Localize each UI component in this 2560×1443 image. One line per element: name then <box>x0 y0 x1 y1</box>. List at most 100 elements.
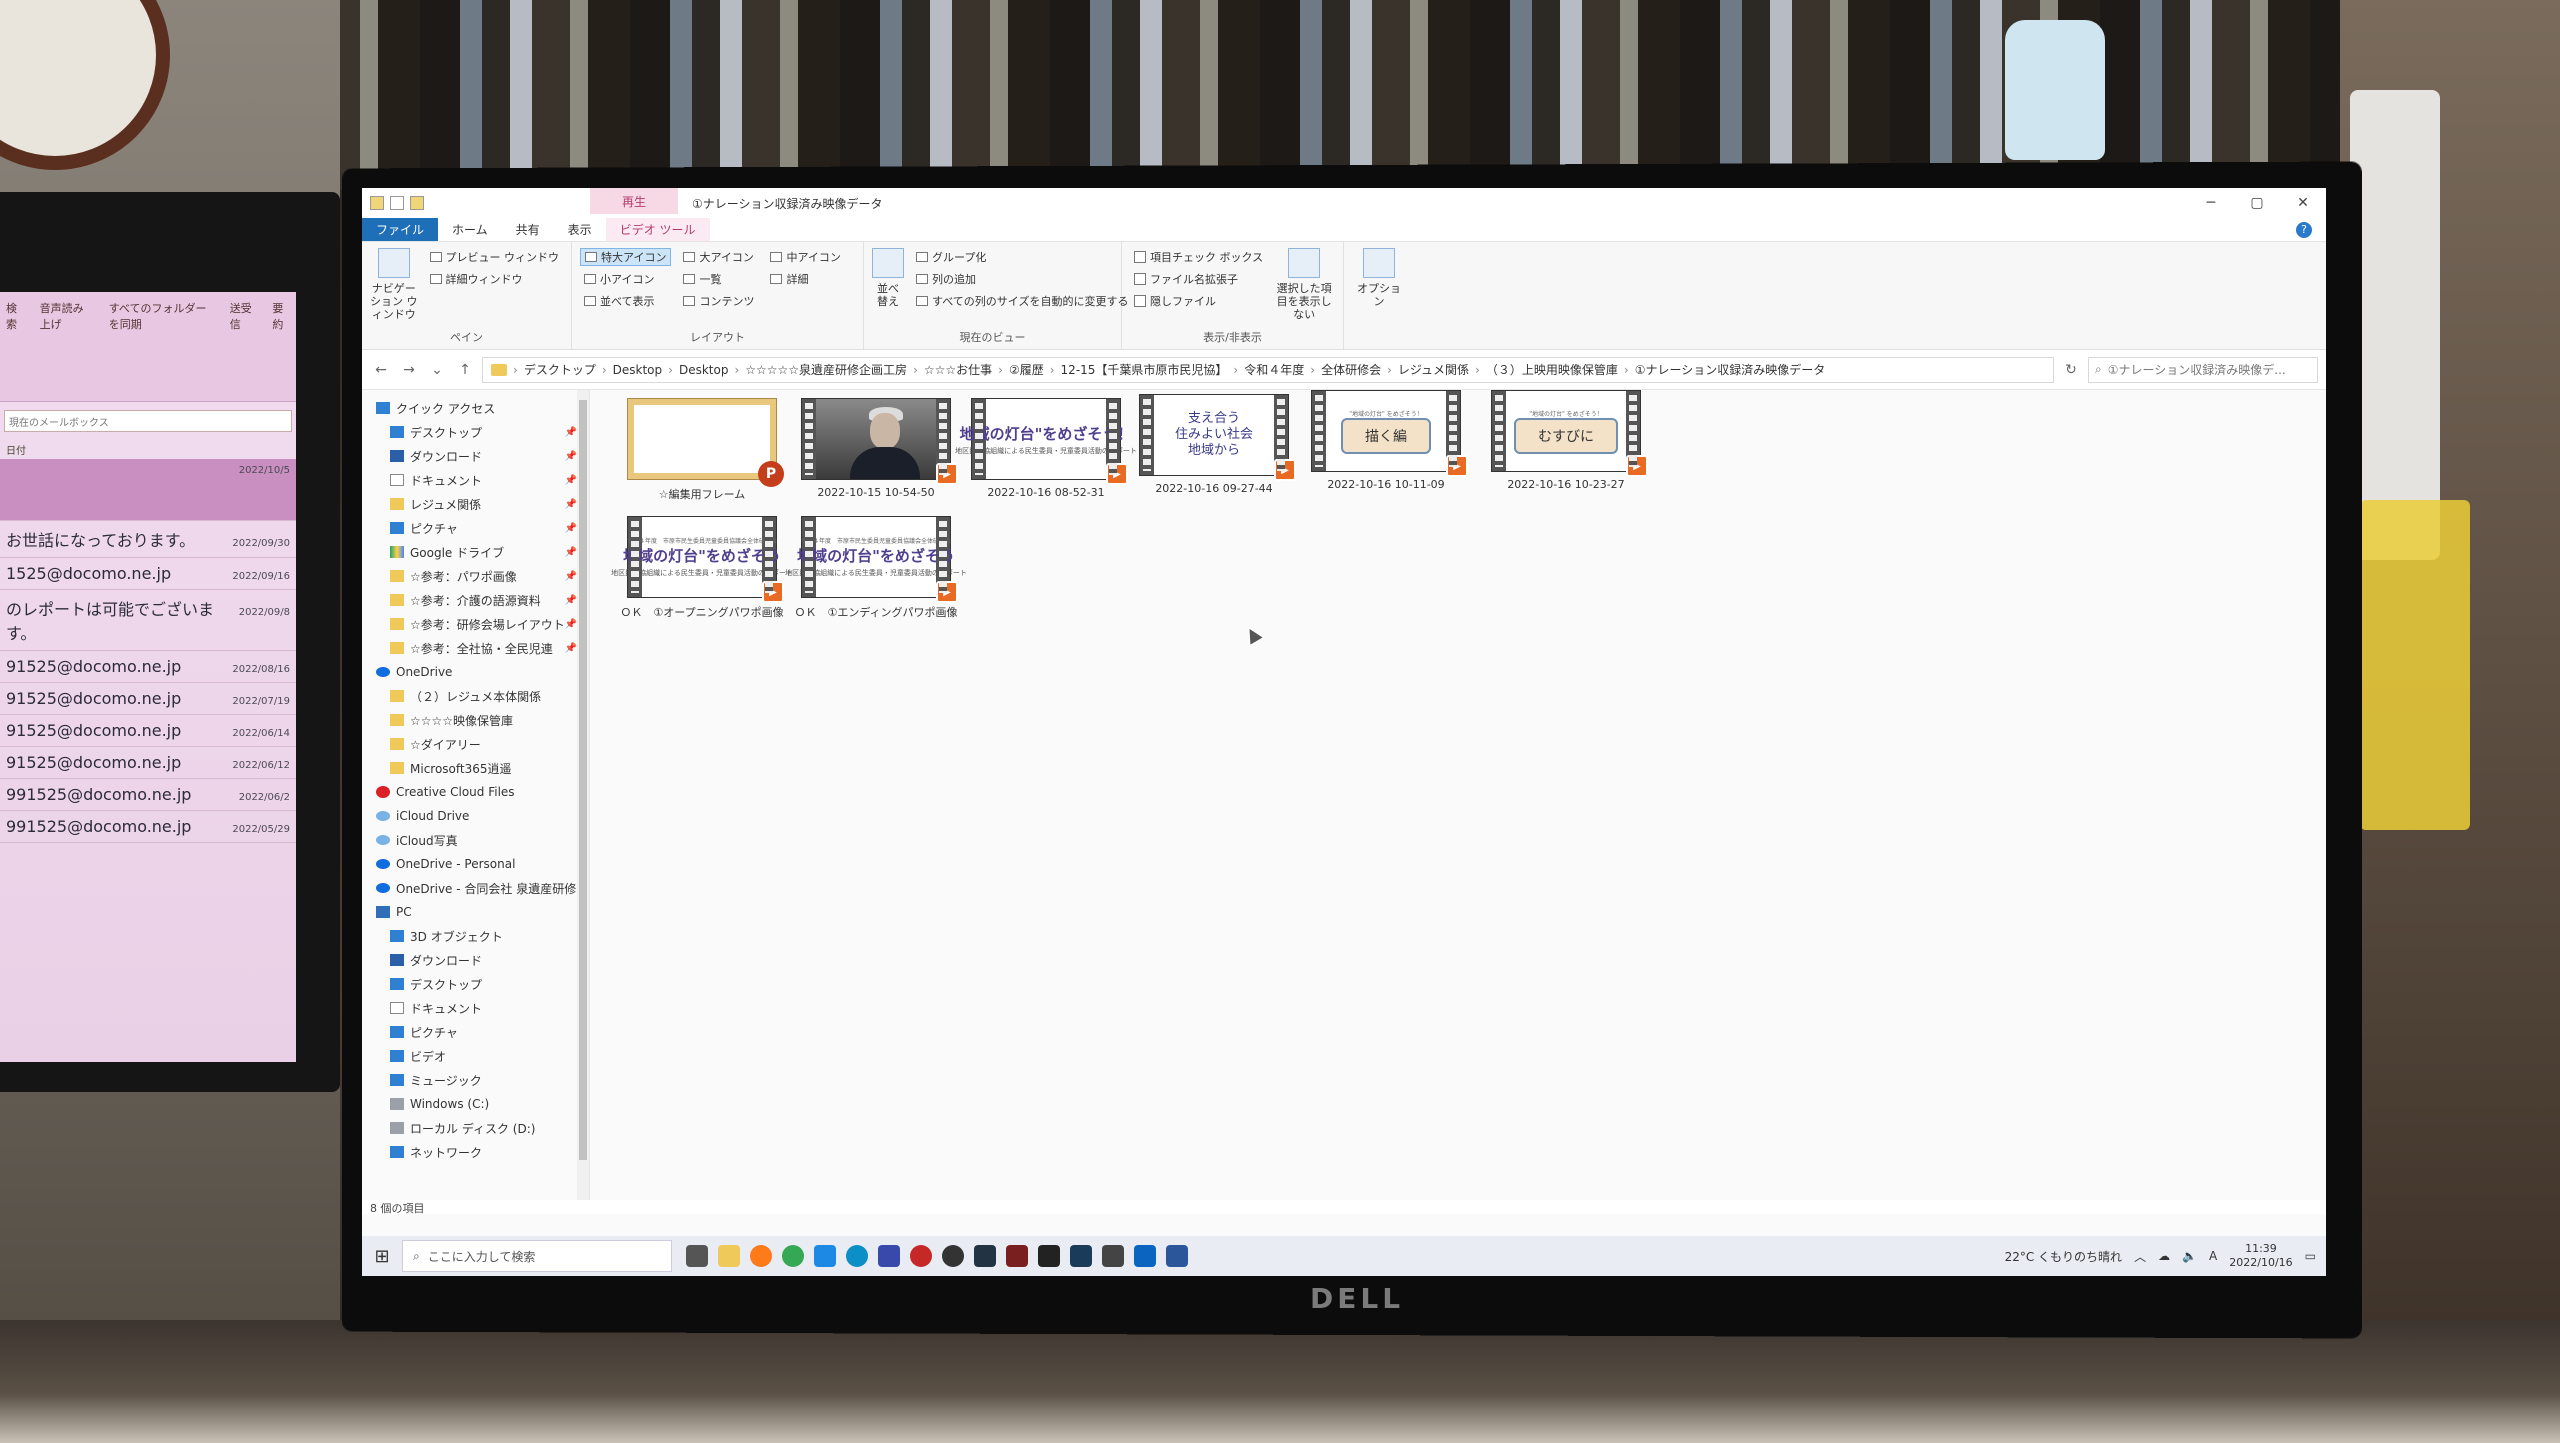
nav-item[interactable]: ローカル ディスク (D:) <box>362 1116 589 1140</box>
mail-list-item[interactable]: 991525@docomo.ne.jp 2022/06/2 <box>0 779 296 811</box>
record-icon[interactable] <box>910 1245 932 1267</box>
tab-file[interactable]: ファイル <box>362 218 439 241</box>
nav-item[interactable]: PC <box>362 900 589 924</box>
mail-list-item[interactable]: 91525@docomo.ne.jp 2022/06/12 <box>0 747 296 779</box>
nav-item[interactable]: OneDrive - 合同会社 泉遺産研修 <box>362 876 589 900</box>
breadcrumb-item[interactable]: 12-15【千葉県市原市民児協】 <box>1061 361 1228 378</box>
mail-ribbon-button[interactable]: 検索 <box>6 300 24 393</box>
recent-locations-icon[interactable]: ⌄ <box>426 362 448 378</box>
taskbar-search-input[interactable]: ⌕ ここに入力して検索 <box>402 1240 672 1272</box>
breadcrumb-separator-icon[interactable]: › <box>913 363 918 377</box>
nav-item[interactable]: クイック アクセス <box>362 396 589 420</box>
camera-icon[interactable] <box>1102 1245 1124 1267</box>
nav-item[interactable]: デスクトップ <box>362 972 589 996</box>
up-arrow-icon[interactable]: ↑ <box>454 362 476 378</box>
tab-video-tools[interactable]: ビデオ ツール <box>605 218 710 241</box>
breadcrumb-item[interactable]: 全体研修会 <box>1321 361 1381 378</box>
tab-home[interactable]: ホーム <box>438 218 502 241</box>
layout-option[interactable]: 詳細 <box>766 270 844 288</box>
task-view-icon[interactable] <box>686 1245 708 1267</box>
notification-icon[interactable]: ▭ <box>2305 1249 2316 1263</box>
breadcrumb-item[interactable]: Desktop <box>679 363 729 377</box>
layout-option[interactable]: コンテンツ <box>679 292 758 310</box>
file-tile[interactable]: 地域の灯台"をめざそう！ 地区民児協組織による民生委員・児童委員活動のサポート ▶ 2… <box>955 398 1137 499</box>
breadcrumb-separator-icon[interactable]: › <box>1233 363 1238 377</box>
search-input[interactable]: ⌕ ①ナレーション収録済み映像デ... <box>2088 356 2318 383</box>
breadcrumb-item[interactable]: （３）上映用映像保管庫 <box>1486 361 1618 378</box>
nav-item[interactable]: iCloud写真 <box>362 828 589 852</box>
breadcrumb-separator-icon[interactable]: › <box>1624 363 1629 377</box>
mail-list-item[interactable]: 1525@docomo.ne.jp 2022/09/16 <box>0 558 296 590</box>
help-icon[interactable]: ? <box>2296 221 2312 238</box>
breadcrumb-item[interactable]: ②履歴 <box>1009 361 1044 378</box>
layout-option[interactable]: 大アイコン <box>679 248 758 266</box>
breadcrumb-separator-icon[interactable]: › <box>1310 363 1315 377</box>
minimize-button[interactable]: ─ <box>2188 188 2234 218</box>
breadcrumb-item[interactable]: Desktop <box>613 363 663 377</box>
add-column-button[interactable]: 列の追加 <box>912 270 1132 288</box>
nav-item[interactable]: OneDrive - Personal <box>362 852 589 876</box>
nav-item[interactable]: ☆参考：パワポ画像 📌 <box>362 564 589 588</box>
nav-scrollbar[interactable] <box>577 390 589 1200</box>
group-by-button[interactable]: グループ化 <box>912 248 1132 266</box>
details-pane-button[interactable]: 詳細ウィンドウ <box>426 270 564 288</box>
nav-item[interactable]: （２）レジュメ本体関係 <box>362 684 589 708</box>
nav-item[interactable]: ピクチャ <box>362 1020 589 1044</box>
nav-item[interactable]: レジュメ関係 📌 <box>362 492 589 516</box>
file-tile[interactable]: 令和４年度 市原市民生委員児童委員協議会全体研修会 地域の灯台"をめざそう 地区民児… <box>611 516 793 620</box>
file-tile[interactable]: ▶ 2022-10-15 10-54-50 <box>786 398 966 499</box>
breadcrumb-item[interactable]: ①ナレーション収録済み映像データ <box>1635 361 1826 378</box>
taskbar-clock[interactable]: 11:39 2022/10/16 <box>2229 1242 2292 1270</box>
nav-item[interactable]: Creative Cloud Files <box>362 780 589 804</box>
outlook-icon[interactable] <box>1134 1245 1156 1267</box>
nav-item[interactable]: ミュージック <box>362 1068 589 1092</box>
forward-arrow-icon[interactable]: → <box>398 362 420 378</box>
nav-item[interactable]: ビデオ <box>362 1044 589 1068</box>
refresh-icon[interactable]: ↻ <box>2060 362 2082 378</box>
breadcrumb-separator-icon[interactable]: › <box>602 363 607 377</box>
word-icon[interactable] <box>1166 1245 1188 1267</box>
file-tile[interactable]: "地域の灯台" をめざそう！ むすびに ▶ 2022-10-16 10-23-27 <box>1476 390 1656 491</box>
breadcrumb-separator-icon[interactable]: › <box>513 363 518 377</box>
nav-item[interactable]: 3D オブジェクト <box>362 924 589 948</box>
nav-item[interactable]: ダウンロード <box>362 948 589 972</box>
breadcrumb-separator-icon[interactable]: › <box>998 363 1003 377</box>
nav-item[interactable]: Windows (C:) <box>362 1092 589 1116</box>
app-icon[interactable] <box>1070 1245 1092 1267</box>
context-tab-play[interactable]: 再生 <box>590 188 678 214</box>
layout-option[interactable]: 一覧 <box>679 270 758 288</box>
nav-item[interactable]: ドキュメント <box>362 996 589 1020</box>
mail-list-item[interactable]: 91525@docomo.ne.jp 2022/08/16 <box>0 651 296 683</box>
new-folder-icon[interactable] <box>410 196 424 210</box>
mail-list-item[interactable]: 2022/10/5 <box>0 459 296 521</box>
layout-option[interactable]: 中アイコン <box>766 248 844 266</box>
breadcrumb-item[interactable]: ☆☆☆お仕事 <box>924 361 992 378</box>
volume-icon[interactable]: 🔈 <box>2182 1249 2197 1263</box>
layout-option[interactable]: 特大アイコン <box>580 248 672 266</box>
folder-icon[interactable] <box>370 196 384 210</box>
edge-icon[interactable] <box>846 1245 868 1267</box>
mail-sort[interactable]: 日付 <box>0 440 296 459</box>
show-option-checkbox[interactable]: 隠しファイル <box>1130 292 1267 310</box>
mail-ribbon-button[interactable]: 音声読み上げ <box>40 300 93 393</box>
show-option-checkbox[interactable]: ファイル名拡張子 <box>1130 270 1267 288</box>
nav-item[interactable]: ☆参考：全社協・全民児連 📌 <box>362 636 589 660</box>
zoom-icon[interactable] <box>878 1245 900 1267</box>
network-icon[interactable]: ☁ <box>2158 1249 2170 1263</box>
mail-ribbon-button[interactable]: すべてのフォルダーを同期 <box>109 300 214 393</box>
nav-item[interactable]: Microsoft365逍遥 <box>362 756 589 780</box>
breadcrumb-separator-icon[interactable]: › <box>1475 363 1480 377</box>
breadcrumb-separator-icon[interactable]: › <box>668 363 673 377</box>
nav-item[interactable]: デスクトップ 📌 <box>362 420 589 444</box>
ime-indicator[interactable]: A <box>2209 1249 2217 1263</box>
file-tile[interactable]: 支え合う 住みよい社会 地域から ▶ 2022-10-16 09-27-44 <box>1124 394 1304 495</box>
file-tile[interactable]: "地域の灯台" をめざそう！ 描く編 ▶ 2022-10-16 10-11-09 <box>1296 390 1476 491</box>
mail-list-item[interactable]: 991525@docomo.ne.jp 2022/05/29 <box>0 811 296 843</box>
file-explorer-icon[interactable] <box>718 1245 740 1267</box>
mail-list-item[interactable]: お世話になっております。 2022/09/30 <box>0 521 296 558</box>
properties-icon[interactable] <box>390 196 404 210</box>
app-icon[interactable] <box>1038 1245 1060 1267</box>
layout-option[interactable]: 並べて表示 <box>580 292 671 310</box>
nav-item[interactable]: ネットワーク <box>362 1140 589 1164</box>
breadcrumb-item[interactable]: 令和４年度 <box>1244 361 1304 378</box>
